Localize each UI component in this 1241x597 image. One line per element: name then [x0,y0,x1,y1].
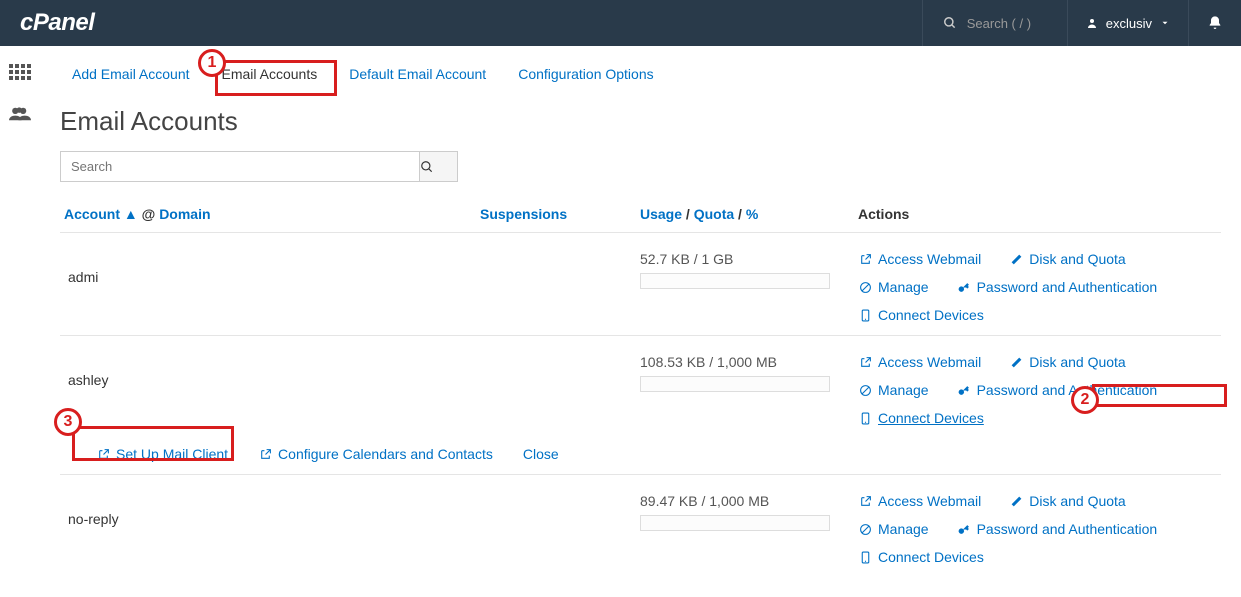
password-auth-link[interactable]: Password and Authentication [957,521,1158,537]
table-row: admi 52.7 KB / 1 GB Access Webmail Disk … [60,232,1221,335]
account-name: no-reply [60,493,480,565]
bell-icon [1207,15,1223,31]
manage-link[interactable]: Manage [858,521,929,537]
usage-bar [640,376,830,392]
page-title: Email Accounts [60,106,1221,137]
global-search-input[interactable] [967,16,1047,31]
notifications-button[interactable] [1188,0,1241,46]
external-icon [858,253,872,266]
block-icon [858,523,872,536]
account-name: ashley [60,354,480,426]
mobile-icon [858,551,872,564]
search-input[interactable] [60,151,420,182]
row-actions: Access Webmail Disk and Quota Manage Pas… [858,251,1221,323]
usage-bar [640,273,830,289]
search-box [60,151,458,182]
user-menu[interactable]: exclusiv [1067,0,1188,46]
access-webmail-link[interactable]: Access Webmail [858,493,981,509]
chevron-down-icon [1160,18,1170,28]
key-icon [957,523,971,536]
disk-quota-link[interactable]: Disk and Quota [1009,493,1126,509]
disk-quota-link[interactable]: Disk and Quota [1009,354,1126,370]
external-icon [858,495,872,508]
account-name: admi [60,251,480,323]
block-icon [858,384,872,397]
usage-bar [640,515,830,531]
sort-quota[interactable]: Quota [694,206,734,222]
key-icon [957,281,971,294]
search-button[interactable] [420,151,458,182]
tab-default-account[interactable]: Default Email Account [349,66,486,82]
usage-cell: 89.47 KB / 1,000 MB [640,493,858,565]
row-actions: Access Webmail Disk and Quota Manage Pas… [858,493,1221,565]
key-icon [957,384,971,397]
manage-link[interactable]: Manage [858,382,929,398]
sort-account[interactable]: Account ▲ [64,206,138,222]
connect-devices-link[interactable]: Connect Devices [858,307,984,323]
manage-link[interactable]: Manage [858,279,929,295]
top-bar: cPanel exclusiv [0,0,1241,46]
table-row: ashley 108.53 KB / 1,000 MB Access Webma… [60,335,1221,438]
tab-bar: Add Email Account Email Accounts Default… [60,46,1221,86]
global-search[interactable] [922,0,1067,46]
sort-domain[interactable]: Domain [159,206,210,222]
pencil-icon [1009,253,1023,266]
access-webmail-link[interactable]: Access Webmail [858,251,981,267]
pencil-icon [1009,495,1023,508]
user-icon [1086,17,1098,29]
expanded-subrow: Set Up Mail Client Configure Calendars a… [60,438,1221,474]
mobile-icon [858,412,872,425]
search-icon [943,16,957,30]
row-actions: Access Webmail Disk and Quota Manage Pas… [858,354,1221,426]
external-icon [858,356,872,369]
close-link[interactable]: Close [523,446,559,462]
disk-quota-link[interactable]: Disk and Quota [1009,251,1126,267]
sort-percent[interactable]: % [746,206,758,222]
logo: cPanel [0,9,94,37]
tab-config-options[interactable]: Configuration Options [518,66,653,82]
sort-usage[interactable]: Usage [640,206,682,222]
tab-email-accounts[interactable]: Email Accounts [222,66,318,82]
block-icon [858,281,872,294]
apps-icon[interactable] [9,64,31,80]
configure-calendars-link[interactable]: Configure Calendars and Contacts [258,446,493,462]
table-header: Account ▲ @ Domain Suspensions Usage / Q… [60,200,1221,232]
sort-suspensions[interactable]: Suspensions [480,206,567,222]
external-icon [258,448,272,461]
password-auth-link[interactable]: Password and Authentication [957,279,1158,295]
users-icon[interactable] [9,105,31,123]
access-webmail-link[interactable]: Access Webmail [858,354,981,370]
main-content: Add Email Account Email Accounts Default… [40,46,1241,597]
table-row: no-reply 89.47 KB / 1,000 MB Access Webm… [60,474,1221,577]
setup-mail-client-link[interactable]: Set Up Mail Client [96,446,228,462]
tab-add-email[interactable]: Add Email Account [72,66,190,82]
external-icon [96,448,110,461]
usage-cell: 52.7 KB / 1 GB [640,251,858,323]
connect-devices-link[interactable]: Connect Devices [858,410,984,426]
col-actions-header: Actions [858,206,1221,222]
left-sidebar [0,46,40,597]
pencil-icon [1009,356,1023,369]
usage-cell: 108.53 KB / 1,000 MB [640,354,858,426]
password-auth-link[interactable]: Password and Authentication [957,382,1158,398]
mobile-icon [858,309,872,322]
